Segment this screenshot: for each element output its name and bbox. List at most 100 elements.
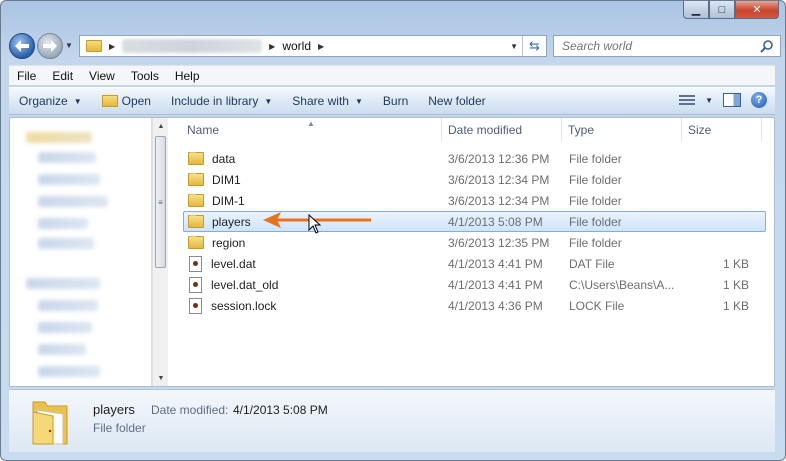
new-folder-button[interactable]: New folder — [418, 88, 495, 114]
search-icon[interactable] — [760, 39, 774, 53]
nav-item-redacted[interactable] — [38, 152, 96, 163]
share-with-button[interactable]: Share with ▼ — [282, 88, 373, 114]
include-in-library-label: Include in library — [170, 94, 259, 108]
folder-icon — [188, 235, 204, 249]
column-headers: Name ▲ Date modified Type Size — [170, 118, 774, 142]
details-date-label: Date modified: — [151, 403, 229, 417]
file-size: 1 KB — [722, 256, 749, 271]
folder-icon — [188, 151, 204, 165]
open-button[interactable]: Open — [92, 88, 161, 114]
file-row-region[interactable]: region 3/6/2013 12:35 PM File folder — [183, 232, 766, 253]
address-row: ▼ ▶ ▶ world ▶ ▼ ⇆ — [7, 31, 781, 61]
file-row-dim-1[interactable]: DIM-1 3/6/2013 12:34 PM File folder — [183, 190, 766, 211]
explorer-window: ▁ □ ✕ ▼ ▶ ▶ world ▶ ▼ ⇆ F — [0, 0, 786, 461]
menu-help[interactable]: Help — [167, 69, 208, 83]
file-row-level-dat-old[interactable]: level.dat_old 4/1/2013 4:41 PM C:\Users\… — [183, 274, 766, 295]
file-size: 1 KB — [722, 277, 749, 292]
refresh-icon[interactable]: ⇆ — [522, 36, 546, 56]
nav-item-redacted[interactable] — [38, 196, 108, 207]
folder-icon — [188, 214, 204, 228]
file-date: 3/6/2013 12:34 PM — [448, 193, 550, 208]
nav-item-redacted[interactable] — [26, 278, 100, 289]
scroll-down-icon[interactable]: ▼ — [153, 370, 169, 386]
new-folder-label: New folder — [428, 94, 486, 108]
menu-edit[interactable]: Edit — [44, 69, 81, 83]
column-name-label: Name — [187, 123, 220, 137]
file-size: 1 KB — [722, 298, 749, 313]
open-label: Open — [121, 94, 151, 108]
chevron-right-icon[interactable]: ▶ — [318, 42, 324, 51]
sort-ascending-icon: ▲ — [307, 119, 315, 128]
menu-view[interactable]: View — [81, 69, 123, 83]
nav-item-redacted[interactable] — [38, 322, 92, 333]
file-row-session-lock[interactable]: session.lock 4/1/2013 4:36 PM LOCK File … — [183, 295, 766, 316]
recent-pages-dropdown[interactable]: ▼ — [65, 41, 73, 50]
nav-item-redacted[interactable] — [38, 218, 88, 229]
column-header-size[interactable]: Size — [682, 118, 762, 142]
command-bar: Organize ▼ Open Include in library ▼ Share… — [9, 87, 775, 115]
address-dropdown[interactable]: ▼ — [510, 42, 518, 51]
folder-icon — [32, 401, 68, 445]
column-header-type[interactable]: Type — [562, 118, 682, 142]
scrollbar-thumb[interactable]: ≡ — [155, 136, 166, 268]
chevron-down-icon: ▼ — [264, 96, 273, 106]
organize-button[interactable]: Organize ▼ — [9, 88, 92, 114]
file-type: DAT File — [569, 256, 615, 271]
mouse-cursor-icon — [308, 214, 322, 234]
back-button[interactable] — [9, 33, 35, 59]
help-icon[interactable]: ? — [751, 92, 767, 108]
close-button[interactable]: ✕ — [735, 1, 779, 19]
file-row-level-dat[interactable]: level.dat 4/1/2013 4:41 PM DAT File 1 KB — [183, 253, 766, 274]
search-box[interactable] — [553, 35, 781, 57]
file-type: File folder — [569, 151, 622, 166]
file-date: 3/6/2013 12:34 PM — [448, 172, 550, 187]
details-pane: players Date modified: 4/1/2013 5:08 PM … — [9, 389, 775, 452]
menu-bar: File Edit View Tools Help — [9, 65, 775, 85]
file-row-data[interactable]: data 3/6/2013 12:36 PM File folder — [183, 148, 766, 169]
burn-label: Burn — [382, 94, 409, 108]
include-in-library-button[interactable]: Include in library ▼ — [161, 88, 282, 114]
chevron-down-icon: ▼ — [73, 96, 82, 106]
file-icon — [189, 297, 202, 314]
details-date-value: 4/1/2013 5:08 PM — [233, 403, 328, 417]
share-with-label: Share with — [292, 94, 349, 108]
navigation-pane[interactable] — [10, 118, 152, 386]
maximize-button[interactable]: □ — [709, 1, 735, 19]
nav-scrollbar[interactable]: ▲ ≡ ▼ — [152, 118, 168, 386]
forward-button[interactable] — [37, 33, 63, 59]
file-name: region — [212, 235, 246, 250]
nav-item-redacted[interactable] — [26, 132, 92, 143]
scroll-up-icon[interactable]: ▲ — [153, 118, 169, 134]
file-date: 3/6/2013 12:35 PM — [448, 235, 550, 250]
file-name: players — [212, 214, 251, 229]
nav-item-redacted[interactable] — [38, 366, 100, 377]
change-view-icon[interactable] — [679, 93, 696, 107]
preview-pane-icon[interactable] — [723, 93, 741, 107]
burn-button[interactable]: Burn — [373, 88, 418, 114]
file-date: 4/1/2013 4:41 PM — [448, 256, 543, 271]
folder-icon — [86, 40, 102, 52]
nav-item-redacted[interactable] — [38, 344, 86, 355]
search-input[interactable] — [562, 39, 752, 53]
nav-item-redacted[interactable] — [38, 238, 94, 249]
chevron-down-icon: ▼ — [354, 96, 363, 106]
chevron-right-icon[interactable]: ▶ — [269, 42, 275, 51]
breadcrumb-redacted[interactable] — [122, 39, 263, 53]
breadcrumb-current[interactable]: world — [282, 39, 311, 53]
file-name: data — [212, 151, 236, 166]
minimize-button[interactable]: ▁ — [683, 1, 709, 19]
file-date: 4/1/2013 5:08 PM — [448, 214, 543, 229]
menu-file[interactable]: File — [9, 69, 44, 83]
address-bar[interactable]: ▶ ▶ world ▶ ▼ ⇆ — [79, 35, 547, 57]
chevron-right-icon[interactable]: ▶ — [109, 42, 115, 51]
file-row-dim1[interactable]: DIM1 3/6/2013 12:34 PM File folder — [183, 169, 766, 190]
nav-item-redacted[interactable] — [38, 300, 98, 311]
menu-tools[interactable]: Tools — [123, 69, 167, 83]
file-list: Name ▲ Date modified Type Size data 3/6/… — [170, 118, 774, 386]
organize-label: Organize — [19, 94, 68, 108]
column-header-date[interactable]: Date modified — [442, 118, 562, 142]
details-name: players — [93, 402, 135, 417]
column-header-name[interactable]: Name ▲ — [170, 118, 442, 142]
view-options-dropdown[interactable]: ▼ — [705, 96, 713, 105]
nav-item-redacted[interactable] — [38, 174, 100, 185]
